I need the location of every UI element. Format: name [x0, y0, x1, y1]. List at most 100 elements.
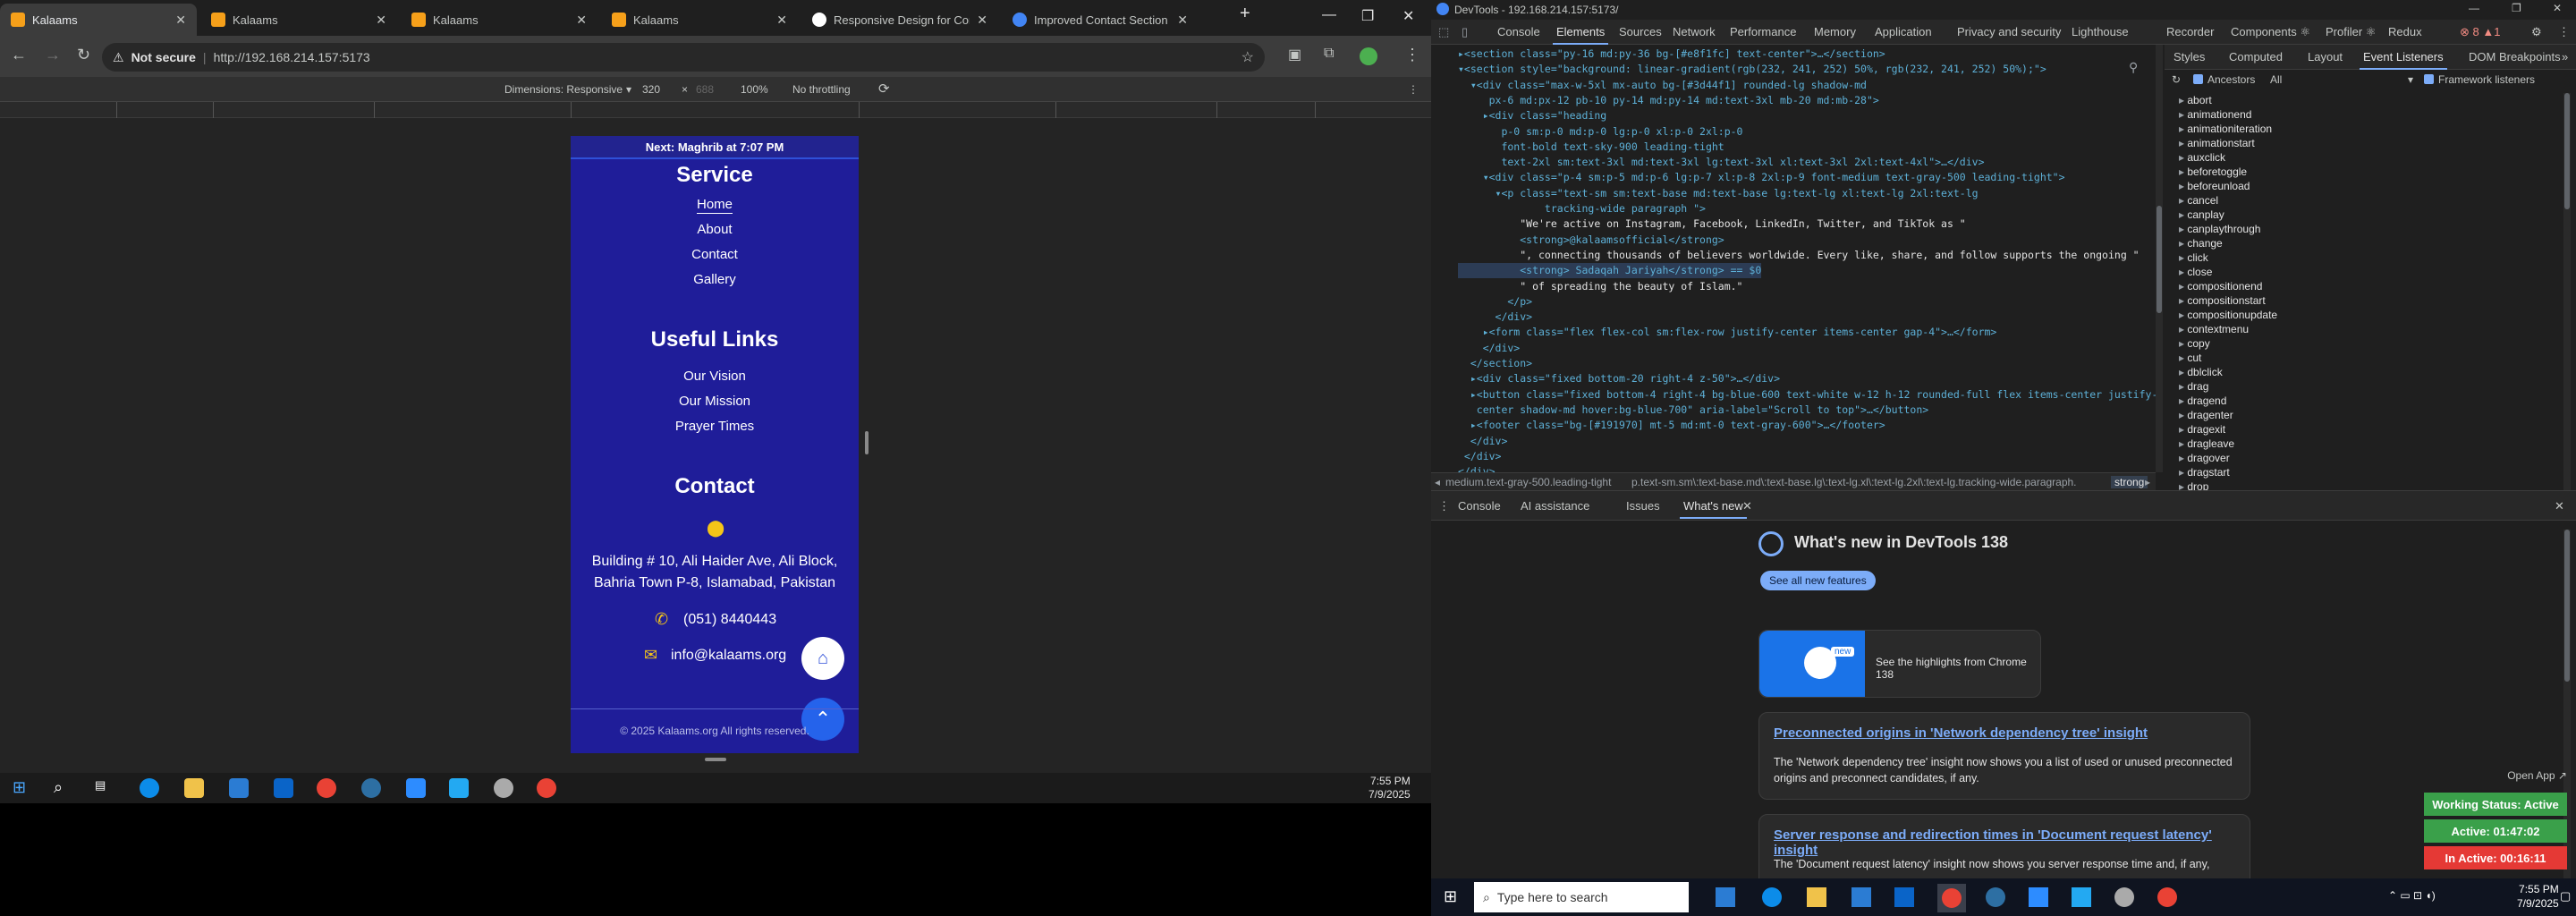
tab-network[interactable]: Network — [1673, 25, 1716, 38]
drawer-tab-ai[interactable]: AI assistance — [1521, 499, 1589, 513]
vscode-icon[interactable] — [2072, 887, 2091, 907]
event-listener-item[interactable]: click — [2179, 250, 2555, 265]
event-list-scrollbar[interactable] — [2563, 93, 2571, 490]
dom-line[interactable]: ▾<div class="max-w-5xl mx-auto bg-[#3d44… — [1458, 78, 1867, 93]
feature-2-link[interactable]: Server response and redirection times in… — [1774, 827, 2250, 858]
tab-performance[interactable]: Performance — [1730, 25, 1796, 38]
event-listener-item[interactable]: change — [2179, 236, 2555, 250]
close-icon[interactable]: ✕ — [576, 13, 587, 28]
dom-line[interactable]: ▾<p class="text-sm sm:text-base md:text-… — [1458, 186, 1979, 201]
profile-avatar[interactable] — [1360, 47, 1377, 65]
tab-application[interactable]: Application — [1875, 25, 1932, 38]
more-tabs-icon[interactable]: » — [2562, 50, 2568, 64]
event-listener-item[interactable]: canplay — [2179, 208, 2555, 222]
dom-line[interactable]: ", connecting thousands of believers wor… — [1458, 248, 2139, 263]
file-explorer-icon[interactable] — [1807, 887, 1826, 907]
event-listener-item[interactable]: copy — [2179, 336, 2555, 351]
tab-profiler[interactable]: Profiler ⚛ — [2326, 25, 2376, 39]
open-app-link[interactable]: Open App ↗ — [2460, 769, 2567, 782]
height-input[interactable]: 688 — [696, 83, 714, 96]
crumb-2[interactable]: strong — [2111, 476, 2148, 488]
dom-line[interactable]: </div> — [1458, 310, 1533, 325]
task-view-icon[interactable] — [1716, 887, 1735, 907]
dom-line[interactable]: p-0 sm:p-0 md:p-0 lg:p-0 xl:p-0 2xl:p-0 — [1458, 124, 1742, 140]
notifications-icon[interactable]: ▢ — [2560, 889, 2571, 903]
footer-link-contact[interactable]: Contact — [571, 247, 859, 262]
crumb-left-arrow-icon[interactable]: ◂ — [1435, 476, 1440, 488]
tab-kalaams-4[interactable]: Kalaams ✕ — [601, 4, 798, 36]
edge-icon[interactable] — [140, 778, 159, 798]
event-listener-item[interactable]: beforeunload — [2179, 179, 2555, 193]
refresh-icon[interactable]: ↻ — [2172, 73, 2181, 86]
highlights-card[interactable]: new See the highlights from Chrome 138 — [1758, 630, 2041, 698]
event-listener-item[interactable]: abort — [2179, 93, 2555, 107]
drawer-tab-whats-new[interactable]: What's new — [1680, 499, 1747, 519]
tab-privacy[interactable]: Privacy and security — [1957, 25, 2061, 38]
phone-text[interactable]: (051) 8440443 — [683, 612, 776, 628]
address-bar[interactable]: ⚠ Not secure | http://192.168.214.157:51… — [102, 43, 1265, 72]
store-icon[interactable] — [1852, 887, 1871, 907]
dom-tree-scrollbar[interactable] — [2156, 45, 2163, 472]
event-listener-item[interactable]: cut — [2179, 351, 2555, 365]
prayer-widget-button[interactable]: ⌂ — [801, 637, 844, 680]
mail-icon[interactable] — [274, 778, 293, 798]
bookmark-star-icon[interactable]: ☆ — [1241, 48, 1254, 66]
filter-select[interactable]: All — [2270, 73, 2282, 86]
event-listener-item[interactable]: dragenter — [2179, 408, 2555, 422]
url-text[interactable]: http://192.168.214.157:5173 — [214, 50, 370, 64]
event-listener-item[interactable]: beforetoggle — [2179, 165, 2555, 179]
dom-line[interactable]: ▸<div class="heading — [1458, 108, 1606, 123]
event-listener-item[interactable]: close — [2179, 265, 2555, 279]
chrome-icon[interactable] — [317, 778, 336, 798]
event-listener-item[interactable]: dragend — [2179, 394, 2555, 408]
dom-line[interactable]: </section> — [1458, 356, 1532, 371]
close-icon[interactable]: ✕ — [175, 13, 186, 28]
windows-start-icon[interactable]: ⊞ — [1444, 887, 1457, 906]
app-icon[interactable] — [1986, 887, 2005, 907]
event-listener-item[interactable]: dragover — [2179, 451, 2555, 465]
tab-memory[interactable]: Memory — [1814, 25, 1856, 38]
resize-handle-right[interactable] — [865, 431, 869, 454]
chrome-icon[interactable] — [2157, 887, 2177, 907]
maximize-button[interactable]: ❐ — [1361, 7, 1374, 25]
event-listener-list[interactable]: abortanimationendanimationiterationanima… — [2179, 93, 2555, 490]
device-toggle-icon[interactable]: ▯ — [1462, 25, 1468, 39]
media-query-ruler[interactable] — [0, 102, 1431, 118]
security-label[interactable]: Not secure — [131, 50, 196, 64]
tab-improved-contact[interactable]: Improved Contact Section St ✕ — [1002, 4, 1199, 36]
tab-redux[interactable]: Redux — [2388, 25, 2422, 38]
throttle-select[interactable]: No throttling — [792, 83, 851, 96]
event-listener-item[interactable]: auxclick — [2179, 150, 2555, 165]
chrome-icon-2[interactable] — [537, 778, 556, 798]
tab-kalaams-3[interactable]: Kalaams ✕ — [401, 4, 597, 36]
minimize-button[interactable]: — — [2469, 2, 2479, 14]
tab-layout[interactable]: Layout — [2308, 50, 2343, 64]
puzzle-icon[interactable]: ⧉ — [1324, 46, 1334, 62]
framework-checkbox[interactable] — [2424, 74, 2434, 84]
rotate-icon[interactable]: ⟳ — [878, 81, 890, 97]
windows-start-icon[interactable]: ⊞ — [13, 778, 32, 798]
width-input[interactable]: 320 — [642, 83, 660, 96]
dom-line[interactable]: " of spreading the beauty of Islam." — [1458, 279, 1742, 294]
tab-dom-breakpoints[interactable]: DOM Breakpoints — [2469, 50, 2561, 64]
email-text[interactable]: info@kalaams.org — [671, 648, 786, 664]
system-tray-icons[interactable]: ⌃ ▭ ⊡ ◖) — [2388, 889, 2436, 902]
dom-line[interactable]: ▸<form class="flex flex-col sm:flex-row … — [1458, 325, 1997, 340]
zoom-select[interactable]: 100% — [741, 83, 768, 96]
event-listener-item[interactable]: compositionupdate — [2179, 308, 2555, 322]
elements-dom-tree[interactable]: ▸<section class="py-16 md:py-36 bg-[#e8f… — [1431, 45, 2156, 472]
close-icon[interactable]: ✕ — [1742, 499, 1752, 513]
event-listener-item[interactable]: dblclick — [2179, 365, 2555, 379]
store-icon[interactable] — [229, 778, 249, 798]
footer-link-gallery[interactable]: Gallery — [571, 272, 859, 287]
dom-line[interactable]: ▸<button class="fixed bottom-4 right-4 b… — [1458, 387, 2156, 403]
extension-icon[interactable]: ▣ — [1288, 46, 1301, 64]
snip-icon[interactable] — [494, 778, 513, 798]
close-icon[interactable]: ✕ — [977, 13, 987, 28]
dom-line[interactable]: </div> — [1458, 434, 1508, 449]
chrome-active-slot[interactable] — [1937, 884, 1966, 912]
more-icon[interactable]: ⋮ — [2558, 25, 2570, 39]
dom-line[interactable]: font-bold text-sky-900 leading-tight — [1458, 140, 1724, 155]
tab-console[interactable]: Console — [1497, 25, 1540, 38]
taskbar-search-box[interactable]: ⌕ Type here to search — [1474, 882, 1689, 912]
